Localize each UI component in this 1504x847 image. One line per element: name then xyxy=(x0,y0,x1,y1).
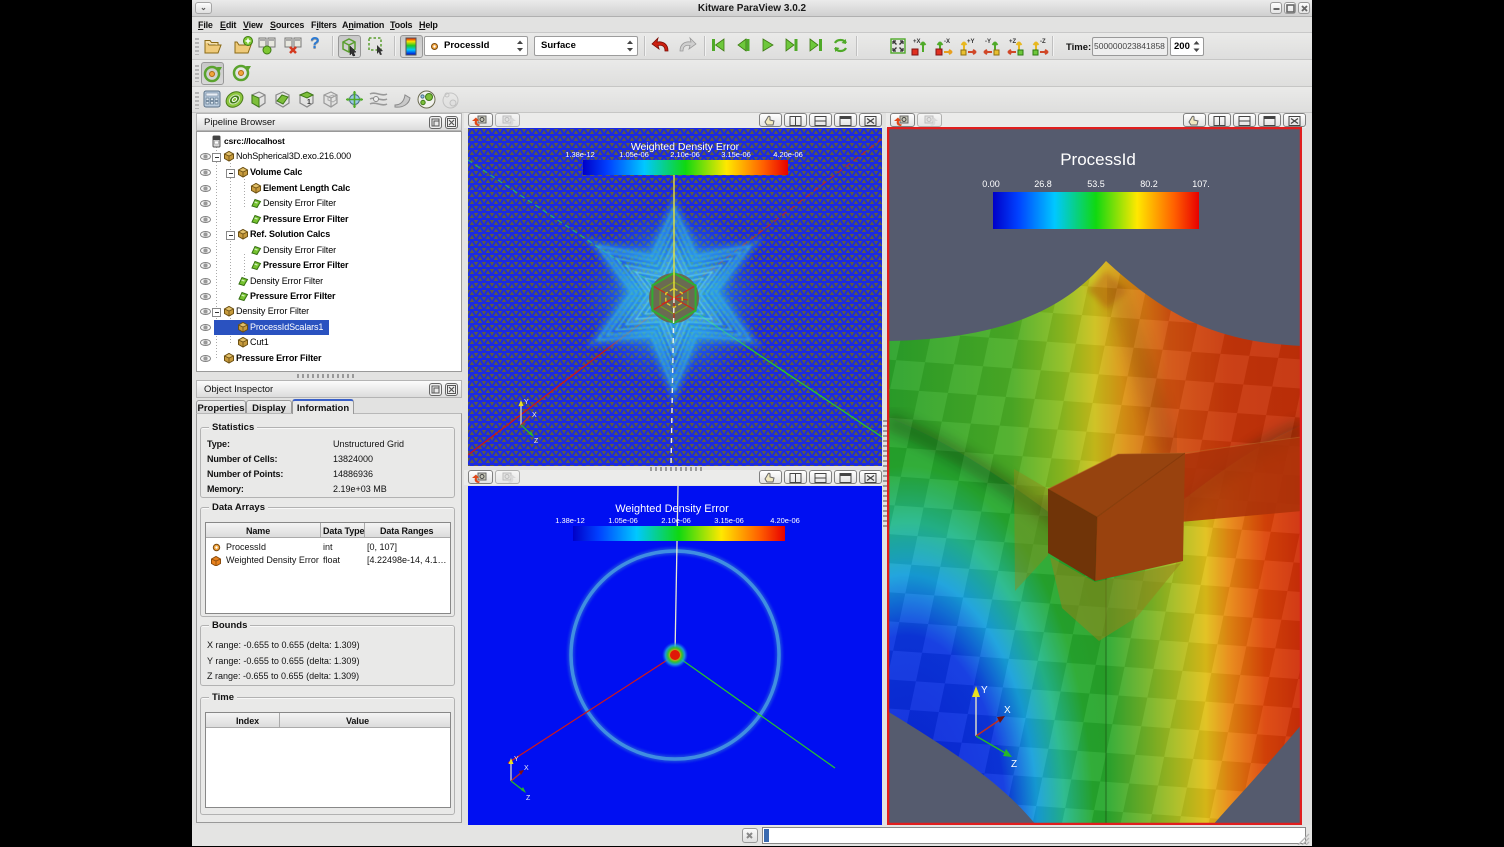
svg-text:1: 1 xyxy=(307,99,311,106)
svg-text:26.8: 26.8 xyxy=(1034,179,1052,189)
svg-text:X: X xyxy=(1004,705,1011,716)
svg-text:2.10e-06: 2.10e-06 xyxy=(661,516,691,525)
svg-text:Y: Y xyxy=(524,399,529,406)
svg-text:+X: +X xyxy=(913,39,921,45)
svg-text:1.38e-12: 1.38e-12 xyxy=(565,150,595,159)
svg-text:Z: Z xyxy=(534,438,539,445)
svg-text:-X: -X xyxy=(944,39,950,45)
svg-text:2.10e-06: 2.10e-06 xyxy=(670,150,700,159)
svg-text:0.00: 0.00 xyxy=(982,179,1000,189)
svg-text:Y: Y xyxy=(514,756,519,763)
svg-text:1.38e-12: 1.38e-12 xyxy=(555,516,585,525)
svg-text:X: X xyxy=(532,412,537,419)
svg-text:Weighted Density Error: Weighted Density Error xyxy=(615,503,729,515)
svg-text:Z: Z xyxy=(1011,759,1017,770)
svg-text:107.: 107. xyxy=(1192,179,1210,189)
svg-text:-Z: -Z xyxy=(1040,39,1046,45)
svg-text:3.15e-06: 3.15e-06 xyxy=(721,150,751,159)
svg-text:53.5: 53.5 xyxy=(1087,179,1105,189)
svg-text:1.05e-06: 1.05e-06 xyxy=(619,150,649,159)
svg-text:80.2: 80.2 xyxy=(1140,179,1158,189)
svg-text:4.20e-06: 4.20e-06 xyxy=(770,516,800,525)
svg-text:1.05e-06: 1.05e-06 xyxy=(608,516,638,525)
svg-text:3.15e-06: 3.15e-06 xyxy=(714,516,744,525)
svg-text:+Y: +Y xyxy=(967,39,975,45)
svg-text:4.20e-06: 4.20e-06 xyxy=(773,150,803,159)
svg-text:+Z: +Z xyxy=(1009,39,1017,45)
svg-text:Z: Z xyxy=(526,795,531,802)
svg-text:Y: Y xyxy=(981,685,988,696)
svg-text:X: X xyxy=(524,765,529,772)
svg-text:ProcessId: ProcessId xyxy=(1060,150,1136,169)
svg-text:-Y: -Y xyxy=(985,39,991,45)
